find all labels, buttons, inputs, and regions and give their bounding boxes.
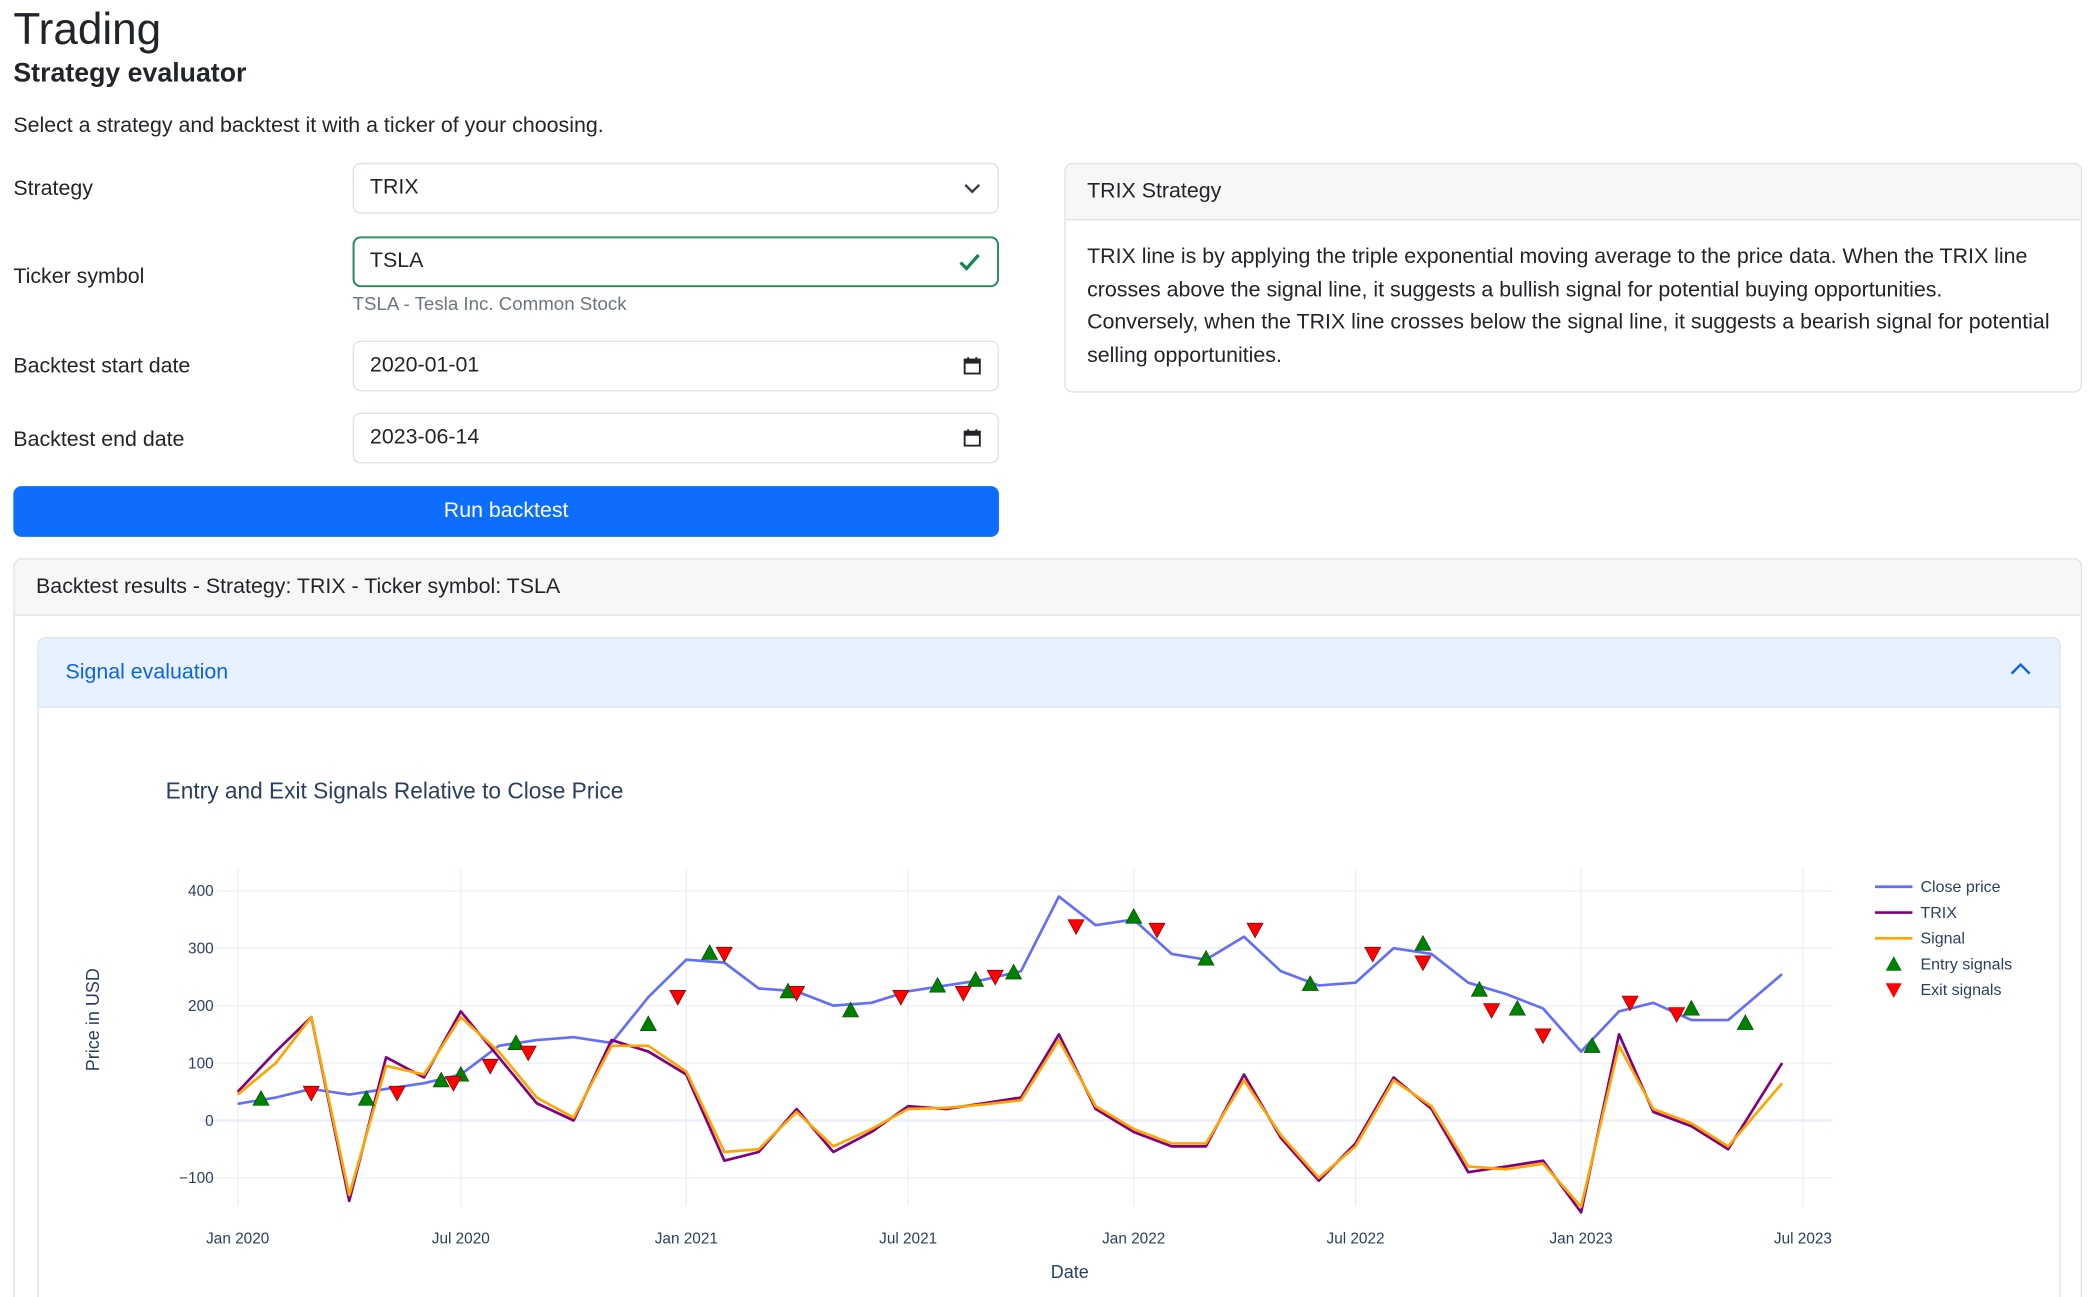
exit-signal-marker [1483, 1003, 1501, 1019]
strategy-info-card: TRIX Strategy TRIX line is by applying t… [1064, 162, 2083, 393]
start-date-value: 2020-01-01 [369, 353, 480, 377]
exit-signal-marker [669, 990, 687, 1006]
y-tick-label: 400 [188, 883, 214, 900]
check-icon [958, 250, 982, 274]
entry-signal-marker [639, 1015, 657, 1032]
strategy-info-body: TRIX line is by applying the triple expo… [1087, 245, 2050, 367]
y-tick-label: 100 [188, 1055, 214, 1072]
run-backtest-button[interactable]: Run backtest [13, 486, 999, 537]
x-axis-label: Date [1051, 1262, 1089, 1282]
exit-signal-marker [715, 946, 733, 963]
legend-label-signal: Signal [1920, 930, 1965, 948]
exit-signal-marker [302, 1085, 320, 1102]
x-tick-label: Jan 2021 [655, 1230, 718, 1247]
start-date-input[interactable]: 2020-01-01 [352, 340, 999, 392]
x-tick-label: Jul 2022 [1327, 1230, 1385, 1247]
entry-signal-marker [701, 944, 719, 960]
start-date-label: Backtest start date [13, 355, 191, 378]
x-tick-label: Jul 2020 [432, 1230, 490, 1247]
ticker-label: Ticker symbol [13, 265, 145, 289]
signal-evaluation-accordion: Signal evaluation Entry and Exit Signals… [37, 637, 2061, 1297]
x-tick-label: Jan 2022 [1102, 1230, 1165, 1247]
entry-signal-marker [1682, 999, 1700, 1016]
legend-label-close-price: Close price [1920, 878, 2000, 896]
exit-signal-marker [1414, 955, 1432, 972]
y-tick-label: −100 [179, 1170, 214, 1187]
series-line-close-price [237, 895, 1783, 1106]
x-tick-label: Jul 2023 [1774, 1230, 1832, 1247]
legend-swatch-exit-signals [1885, 983, 1902, 998]
x-tick-label: Jan 2023 [1550, 1230, 1613, 1247]
page-subtitle: Strategy evaluator [13, 58, 247, 89]
exit-signal-marker [388, 1085, 406, 1102]
exit-signal-marker [519, 1045, 537, 1062]
calendar-icon[interactable] [963, 429, 982, 448]
y-tick-label: 300 [188, 941, 214, 958]
calendar-icon[interactable] [963, 357, 982, 376]
legend-label-trix: TRIX [1920, 904, 1957, 922]
exit-signal-marker [892, 990, 910, 1006]
intro-text: Select a strategy and backtest it with a… [13, 114, 604, 138]
y-tick-label: 200 [188, 998, 214, 1015]
ticker-help-text: TSLA - Tesla Inc. Common Stock [352, 292, 627, 314]
exit-signal-marker [1534, 1028, 1552, 1045]
strategy-label: Strategy [13, 177, 93, 201]
x-tick-label: Jul 2021 [879, 1230, 937, 1247]
end-date-label: Backtest end date [13, 428, 185, 452]
ticker-input-value: TSLA [369, 249, 424, 273]
chevron-down-icon [963, 179, 982, 198]
entry-signal-marker [1736, 1014, 1754, 1030]
strategy-select[interactable]: TRIX [352, 162, 999, 214]
exit-signal-marker [954, 985, 972, 1002]
chart-title: Entry and Exit Signals Relative to Close… [166, 778, 624, 804]
strategy-info-title: TRIX Strategy [1065, 164, 2081, 221]
page-title: Trading [13, 4, 162, 54]
strategy-select-value: TRIX [369, 176, 419, 199]
signals-chart: Entry and Exit Signals Relative to Close… [83, 778, 2012, 1282]
series-line-trix [236, 1010, 1784, 1214]
end-date-input[interactable]: 2023-06-14 [352, 412, 999, 464]
y-tick-label: 0 [205, 1113, 214, 1130]
entry-signal-marker [1125, 907, 1143, 924]
ticker-input[interactable]: TSLA [352, 236, 999, 288]
x-tick-label: Jan 2020 [206, 1230, 269, 1247]
backtest-results-title: Backtest results - Strategy: TRIX - Tick… [14, 559, 2081, 616]
entry-signal-marker [1508, 999, 1526, 1016]
legend-swatch-entry-signals [1885, 956, 1902, 971]
backtest-results-card: Backtest results - Strategy: TRIX - Tick… [13, 558, 2083, 1297]
end-date-value: 2023-06-14 [369, 426, 480, 449]
exit-signal-marker [1246, 922, 1264, 939]
exit-signal-marker [1364, 946, 1382, 963]
entry-signal-marker [1414, 934, 1432, 951]
y-axis-label: Price in USD [83, 968, 103, 1071]
legend-label-exit-signals: Exit signals [1920, 981, 2001, 999]
exit-signal-marker [481, 1058, 499, 1075]
exit-signal-marker [1067, 919, 1085, 936]
legend-label-entry-signals: Entry signals [1920, 955, 2012, 973]
